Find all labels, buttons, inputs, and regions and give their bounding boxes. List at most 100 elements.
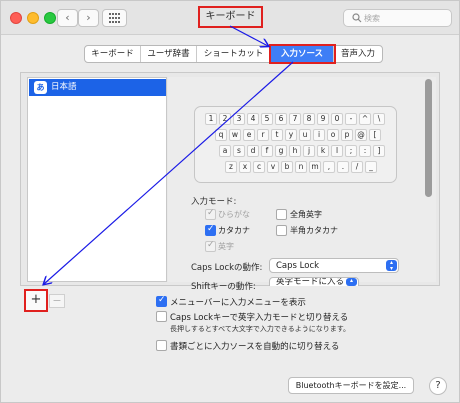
key-cap: 5 xyxy=(261,113,273,125)
show-input-menu-label: メニューバーに入力メニューを表示 xyxy=(170,298,306,308)
key-cap: w xyxy=(229,129,241,141)
key-cap: ^ xyxy=(359,113,371,125)
key-cap: / xyxy=(351,161,363,173)
chevron-right-icon: › xyxy=(86,11,91,24)
updown-chevron-icon: ▴ ▾ xyxy=(386,260,397,272)
back-button[interactable]: ‹ xyxy=(57,9,78,27)
auto-switch-source-label: 書類ごとに入力ソースを自動的に切り替える xyxy=(170,342,340,352)
window-title: キーボード xyxy=(198,6,263,28)
keyboard-preferences-window: ‹ › キーボード キーボード ユーザ辞書 ショートカット 入力ソース 音声入力 xyxy=(0,0,460,403)
key-cap: @ xyxy=(355,129,367,141)
input-source-list[interactable]: あ 日本語 xyxy=(27,77,167,282)
key-cap: 7 xyxy=(289,113,301,125)
shift-action-value: 英字モードに入る xyxy=(276,277,345,286)
key-cap: 9 xyxy=(317,113,329,125)
key-cap: g xyxy=(275,145,287,157)
key-cap: r xyxy=(257,129,269,141)
hiragana-checkbox[interactable] xyxy=(205,208,216,220)
shift-action-label: Shiftキーの動作: xyxy=(191,282,256,292)
key-cap: \ xyxy=(373,113,385,125)
forward-button[interactable]: › xyxy=(78,9,99,27)
minimize-window-button[interactable] xyxy=(27,12,39,24)
key-cap: . xyxy=(337,161,349,173)
key-cap: i xyxy=(313,129,325,141)
key-cap: x xyxy=(239,161,251,173)
key-cap: l xyxy=(331,145,343,157)
chevron-left-icon: ‹ xyxy=(65,11,70,24)
key-cap: d xyxy=(247,145,259,157)
add-input-source-button[interactable]: + xyxy=(24,289,48,312)
show-input-menu-checkbox[interactable] xyxy=(156,295,167,307)
key-cap: 6 xyxy=(275,113,287,125)
key-cap: ] xyxy=(373,145,385,157)
key-cap: [ xyxy=(369,129,381,141)
search-field[interactable] xyxy=(343,9,452,27)
key-cap: ; xyxy=(345,145,357,157)
fullwidth-roman-label: 全角英字 xyxy=(290,210,322,219)
fullwidth-roman-checkbox[interactable] xyxy=(276,209,287,220)
tab-keyboard[interactable]: キーボード xyxy=(85,46,141,62)
key-cap: h xyxy=(289,145,301,157)
caps-lock-switch-label: Caps Lockキーで英字入力モードと切り替える xyxy=(170,313,349,323)
key-cap: c xyxy=(253,161,265,173)
tab-shortcuts[interactable]: ショートカット xyxy=(197,46,271,62)
key-cap: j xyxy=(303,145,315,157)
key-cap: 8 xyxy=(303,113,315,125)
key-cap: , xyxy=(323,161,335,173)
key-cap: - xyxy=(345,113,357,125)
list-item-japanese[interactable]: あ 日本語 xyxy=(29,79,166,96)
help-button[interactable]: ? xyxy=(429,377,447,395)
key-cap: y xyxy=(285,129,297,141)
romaji-label: 英字 xyxy=(218,242,234,251)
caps-lock-note: 長押しするとすべて大文字で入力できるようになります。 xyxy=(170,325,351,333)
remove-input-source-button[interactable]: − xyxy=(49,294,65,308)
zoom-window-button[interactable] xyxy=(44,12,56,24)
auto-switch-source-checkbox[interactable] xyxy=(156,340,167,351)
key-cap: t xyxy=(271,129,283,141)
caps-lock-action-value: Caps Lock xyxy=(276,261,320,271)
title-bar: ‹ › キーボード xyxy=(1,1,459,35)
romaji-checkbox[interactable] xyxy=(205,240,216,252)
setup-bluetooth-keyboard-button[interactable]: Bluetoothキーボードを設定... xyxy=(288,377,414,394)
key-cap: q xyxy=(215,129,227,141)
key-cap: b xyxy=(281,161,293,173)
hiragana-label: ひらがな xyxy=(218,210,250,219)
caps-lock-action-label: Caps Lockの動作: xyxy=(191,263,263,273)
detail-scrollbar[interactable] xyxy=(425,79,432,197)
key-cap: p xyxy=(341,129,353,141)
key-cap: s xyxy=(233,145,245,157)
key-cap: a xyxy=(219,145,231,157)
halfwidth-katakana-checkbox[interactable] xyxy=(276,225,287,236)
close-window-button[interactable] xyxy=(10,12,22,24)
list-item-label: 日本語 xyxy=(51,82,77,92)
caps-lock-switch-checkbox[interactable] xyxy=(156,311,167,322)
show-all-button[interactable] xyxy=(102,9,127,27)
caps-lock-action-popup[interactable]: Caps Lock ▴ ▾ xyxy=(269,258,399,273)
key-cap: 2 xyxy=(219,113,231,125)
grid-icon xyxy=(109,13,120,23)
katakana-label: カタカナ xyxy=(218,226,250,235)
halfwidth-katakana-label: 半角カタカナ xyxy=(290,226,338,235)
updown-chevron-icon: ▴ xyxy=(346,278,357,286)
key-cap: k xyxy=(317,145,329,157)
tab-bar: キーボード ユーザ辞書 ショートカット 入力ソース 音声入力 xyxy=(84,44,383,64)
shift-action-popup[interactable]: 英字モードに入る ▴ xyxy=(269,277,359,286)
key-cap: 4 xyxy=(247,113,259,125)
key-cap: u xyxy=(299,129,311,141)
keyboard-layout-preview: 1 2 3 4 5 6 7 8 9 0- ^ \ q w e r t y u i o p @[a s d f g h j k l;:] z x c… xyxy=(194,106,397,183)
key-cap: e xyxy=(243,129,255,141)
key-cap: m xyxy=(309,161,321,173)
key-cap: f xyxy=(261,145,273,157)
tab-user-dictionary[interactable]: ユーザ辞書 xyxy=(141,46,197,62)
search-input[interactable] xyxy=(364,11,448,25)
key-cap: 3 xyxy=(233,113,245,125)
input-mode-label: 入力モード: xyxy=(191,197,237,207)
key-cap: _ xyxy=(365,161,377,173)
katakana-checkbox[interactable] xyxy=(205,224,216,236)
key-cap: : xyxy=(359,145,371,157)
key-cap: v xyxy=(267,161,279,173)
tab-input-sources[interactable]: 入力ソース xyxy=(269,44,336,64)
tab-dictation[interactable]: 音声入力 xyxy=(334,46,382,62)
key-cap: z xyxy=(225,161,237,173)
search-icon xyxy=(352,13,362,23)
